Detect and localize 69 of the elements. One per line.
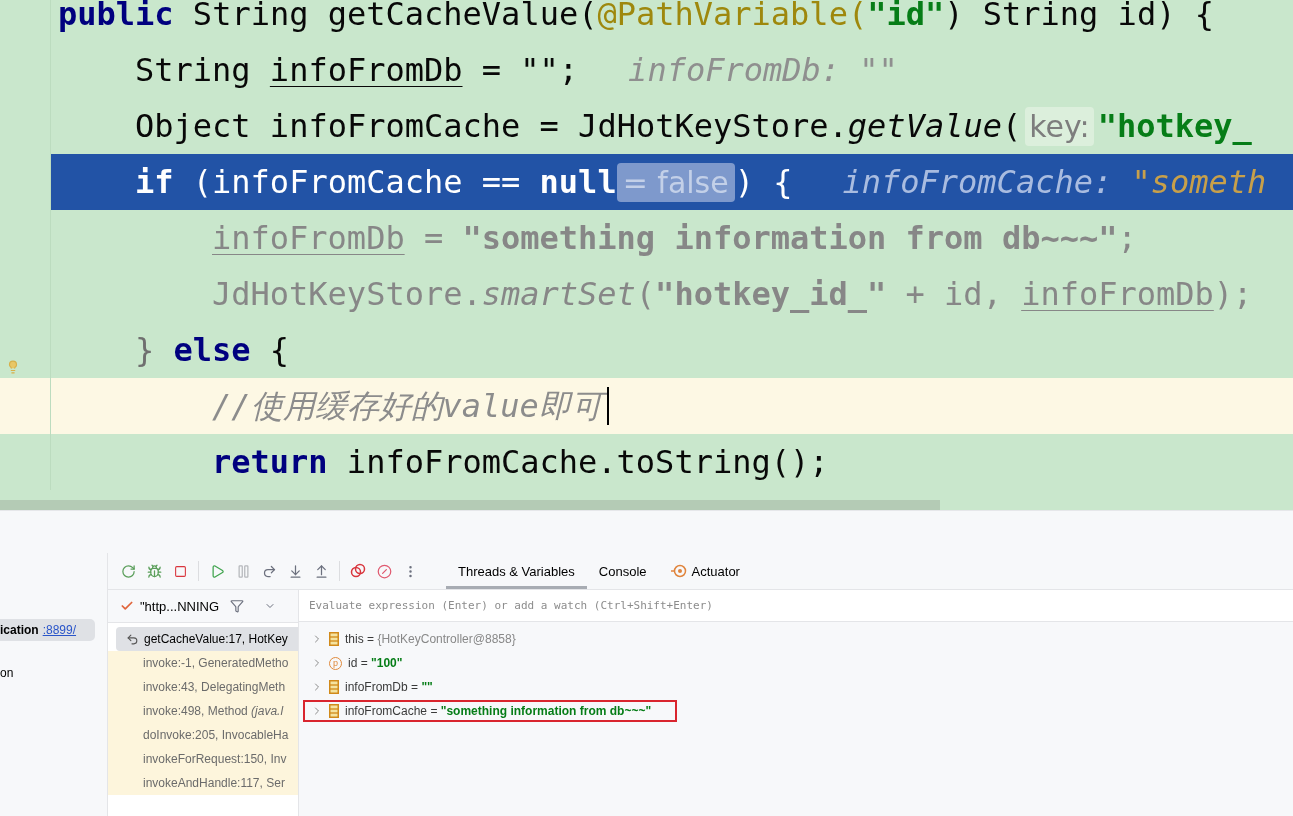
variable-name: infoFromDb bbox=[212, 218, 405, 259]
keyword: else bbox=[173, 330, 251, 371]
variable-name: infoFromDb bbox=[269, 50, 463, 91]
code-text: ) String id) { bbox=[944, 0, 1214, 35]
code-comment: //使用缓存好的value即可 bbox=[212, 383, 607, 429]
field-icon bbox=[329, 704, 339, 718]
scrollbar[interactable] bbox=[0, 500, 940, 510]
slashed-circle-icon[interactable] bbox=[376, 563, 392, 579]
return-arrow-icon bbox=[126, 632, 139, 646]
variable-entry[interactable]: id = "100" bbox=[348, 655, 403, 671]
string-literal: "something information from db~~~" bbox=[462, 218, 1118, 259]
code-text: (infoFromCache == bbox=[191, 162, 522, 203]
circles-icon[interactable] bbox=[350, 563, 366, 579]
lightbulb-icon[interactable] bbox=[6, 360, 20, 374]
thread-dropdown[interactable]: "http...NNING bbox=[108, 590, 298, 623]
stack-frame[interactable]: invokeAndHandle:117, Ser bbox=[108, 771, 298, 795]
variable-entry[interactable]: infoFromDb = "" bbox=[345, 679, 433, 695]
stack-frame[interactable]: invokeForRequest:150, Inv bbox=[108, 747, 298, 771]
code-text: = ""; bbox=[480, 50, 579, 91]
code-text: String bbox=[135, 50, 252, 91]
parameter-hint: key: bbox=[1025, 106, 1094, 146]
field-icon bbox=[329, 680, 339, 694]
evaluate-field[interactable]: Evaluate expression (Enter) or add a watch (Ctrl+Shift+Enter) bbox=[299, 590, 1293, 622]
code-text: ) { bbox=[734, 162, 793, 203]
code-text: = bbox=[422, 218, 445, 259]
code-text: JdHotKeyStore. bbox=[212, 274, 482, 315]
code-text: ; bbox=[1117, 218, 1137, 259]
variable-entry[interactable]: infoFromCache = "something information from db~~~" bbox=[345, 703, 652, 719]
stack-frame[interactable]: getCacheValue:17, HotKey bbox=[116, 627, 298, 651]
stack-frame[interactable]: invoke:498, Method (java.l bbox=[108, 699, 298, 723]
bug-icon[interactable] bbox=[146, 563, 162, 579]
stack-frame[interactable]: invoke:-1, GeneratedMetho bbox=[108, 651, 298, 675]
inline-value: = false bbox=[616, 162, 735, 202]
code-text: ); bbox=[1213, 274, 1253, 315]
annotation: @PathVariable( bbox=[597, 0, 868, 35]
code-text: { bbox=[268, 330, 290, 371]
filter-icon[interactable] bbox=[230, 599, 244, 613]
stack-frame[interactable]: invoke:43, DelegatingMeth bbox=[108, 675, 298, 699]
code-text: + id, bbox=[904, 274, 1003, 315]
service-label: on bbox=[0, 666, 15, 680]
rerun-icon[interactable] bbox=[120, 563, 136, 579]
tab[interactable]: Console bbox=[586, 553, 659, 589]
code-text: ( bbox=[1001, 106, 1022, 147]
play-icon[interactable] bbox=[209, 563, 225, 579]
string-literal: "hotkey_ bbox=[1097, 106, 1252, 147]
keyword: if bbox=[135, 162, 174, 203]
keyword: null bbox=[539, 162, 617, 203]
code-text: ( bbox=[635, 274, 656, 315]
stop-icon[interactable] bbox=[172, 563, 188, 579]
keyword: return bbox=[212, 442, 328, 483]
code-text: infoFromCache.toString(); bbox=[345, 442, 829, 483]
service-name: ication bbox=[0, 623, 39, 637]
code-text: String getCacheValue( bbox=[191, 0, 598, 35]
step-over-icon[interactable] bbox=[261, 563, 277, 579]
debug-value: infoFromDb: "" bbox=[628, 50, 899, 91]
tab[interactable]: Actuator bbox=[658, 553, 752, 589]
string-literal: "hotkey_id_" bbox=[655, 274, 887, 315]
method-name: getValue bbox=[847, 106, 1002, 147]
field-icon bbox=[329, 632, 339, 646]
method-name: smartSet bbox=[481, 274, 636, 315]
debug-value: infoFromCache: "someth bbox=[842, 162, 1268, 203]
code-text: Object infoFromCache = JdHotKeyStore. bbox=[135, 106, 848, 147]
variable-entry[interactable]: this = {HotKeyController@8858} bbox=[345, 631, 516, 647]
service-item[interactable]: ication :8899/ bbox=[0, 619, 95, 641]
check-icon bbox=[120, 599, 134, 613]
variable-name: infoFromDb bbox=[1021, 274, 1214, 315]
code-text: } bbox=[135, 330, 156, 371]
port-link[interactable]: :8899/ bbox=[42, 623, 77, 637]
stack-frame[interactable]: doInvoke:205, InvocableHa bbox=[108, 723, 298, 747]
